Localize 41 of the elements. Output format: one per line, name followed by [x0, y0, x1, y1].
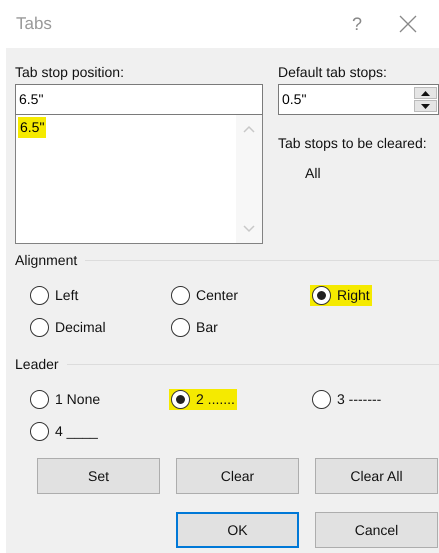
spin-value: 0.5" [281, 90, 308, 109]
group-heading: Leader [15, 355, 59, 374]
cleared-value: All [305, 164, 322, 183]
down-triangle-icon [421, 104, 430, 108]
dialog-button[interactable]: Clear All [315, 458, 438, 494]
radio-label[interactable]: 3 ------- [337, 389, 382, 410]
window-title: Tabs [16, 13, 53, 36]
field-label: Tab stops to be cleared: [278, 134, 428, 153]
dialog-button[interactable]: OK [176, 512, 299, 548]
tab-stop-list[interactable]: 6.5" [15, 115, 263, 244]
list-item[interactable]: 6.5" [18, 117, 46, 138]
radio-button[interactable] [30, 318, 49, 337]
group-heading: Alignment [15, 251, 78, 270]
field-label: Default tab stops: [278, 63, 388, 82]
radio-button[interactable] [171, 286, 190, 305]
radio-label[interactable]: Left [55, 285, 78, 306]
radio-button[interactable] [171, 318, 190, 337]
dialog-button[interactable]: Set [37, 458, 160, 494]
radio-button[interactable] [30, 390, 49, 409]
dialog-button[interactable]: Clear [176, 458, 299, 494]
radio-label[interactable]: 4 ____ [55, 421, 98, 442]
radio-button[interactable] [312, 390, 331, 409]
radio-button[interactable] [30, 422, 49, 441]
radio-label[interactable]: Center [196, 285, 238, 306]
radio-label[interactable]: Decimal [55, 317, 106, 338]
spin-box[interactable]: 0.5" [278, 84, 439, 115]
radio-label[interactable]: Bar [196, 317, 218, 338]
radio-label[interactable]: 1 None [55, 389, 100, 410]
up-triangle-icon [421, 90, 430, 96]
radio-button[interactable] [312, 286, 331, 305]
close-icon[interactable] [399, 15, 417, 33]
spin-down-button[interactable] [414, 100, 437, 112]
radio-button[interactable] [30, 286, 49, 305]
help-button[interactable]: ? [337, 10, 377, 38]
spin-up-button[interactable] [414, 87, 437, 99]
radio-label[interactable]: 2 ....... [196, 389, 235, 410]
field-label: Tab stop position: [15, 63, 125, 82]
dialog-button[interactable]: Cancel [315, 512, 438, 548]
radio-label[interactable]: Right [337, 285, 370, 306]
radio-button[interactable] [171, 390, 190, 409]
position-input[interactable]: 6.5" [15, 84, 263, 115]
